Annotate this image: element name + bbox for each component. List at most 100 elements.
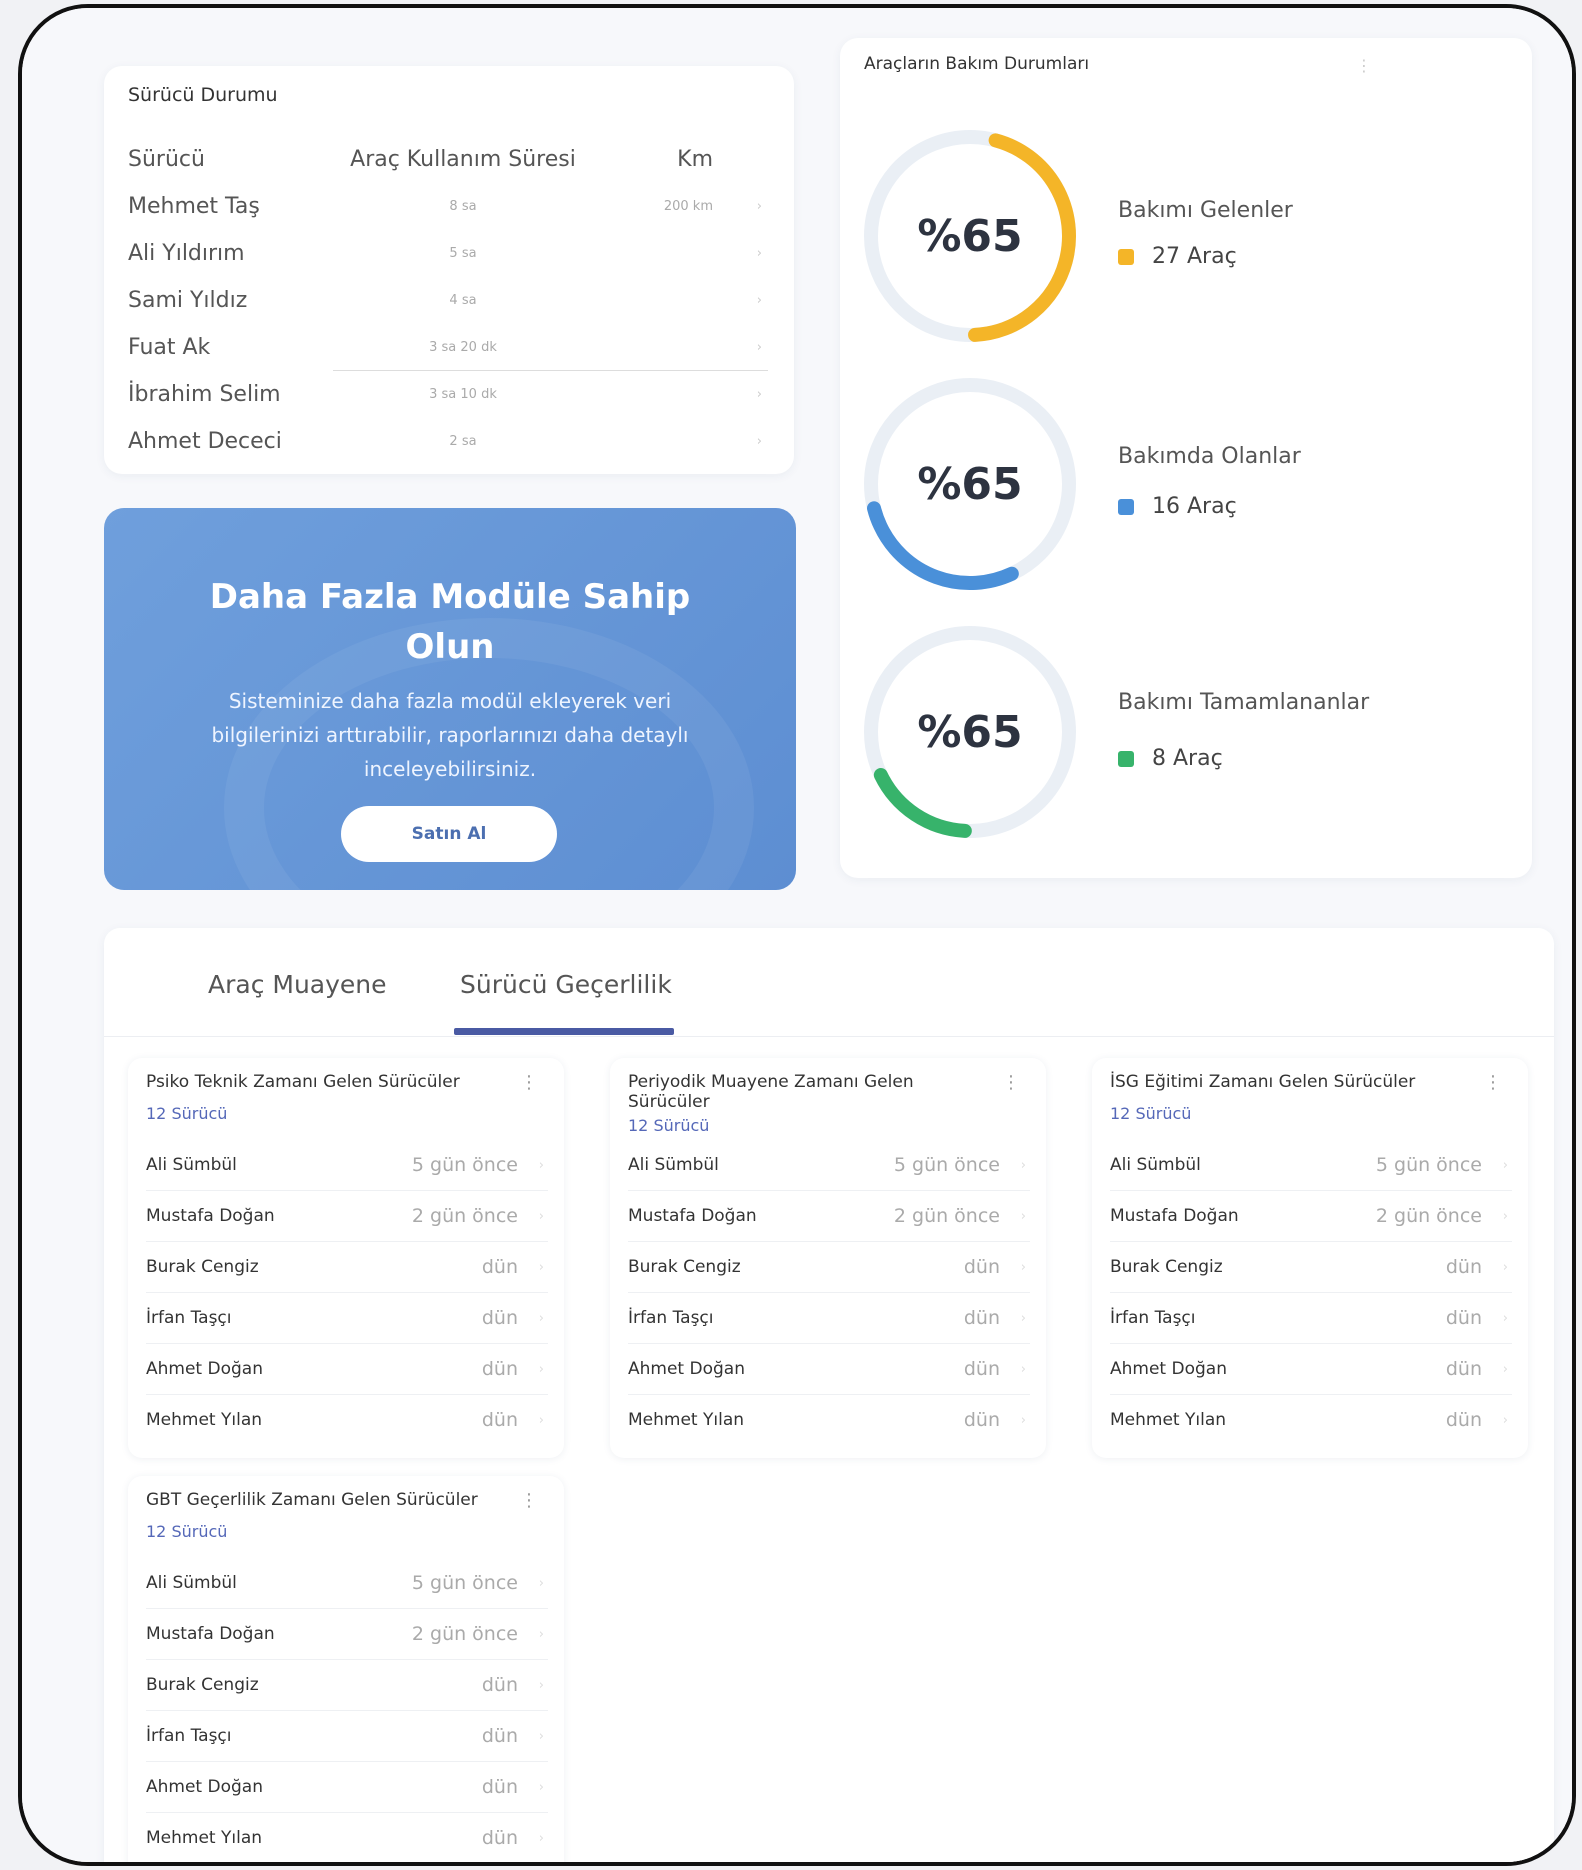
chevron-right-icon: ›	[1502, 1157, 1508, 1173]
kebab-menu-icon[interactable]: ⋮	[1484, 1072, 1502, 1093]
driver-status-title: Sürücü Durumu	[128, 84, 278, 106]
driver-row[interactable]: Ahmet Dececi 2 sa ›	[128, 418, 768, 465]
list-item[interactable]: Burak Cengiz dün ›	[628, 1242, 1030, 1293]
list-item[interactable]: Mehmet Yılan dün ›	[146, 1395, 548, 1445]
list-item[interactable]: Ali Sümbül 5 gün önce ›	[146, 1558, 548, 1609]
list-item[interactable]: Burak Cengiz dün ›	[1110, 1242, 1512, 1293]
driver-name: Mehmet Yılan	[146, 1410, 263, 1430]
driver-name: Mustafa Doğan	[628, 1206, 757, 1226]
driver-row[interactable]: Sami Yıldız 4 sa ›	[128, 277, 768, 324]
list-item[interactable]: İrfan Taşçı dün ›	[1110, 1293, 1512, 1344]
kebab-menu-icon[interactable]: ⋮	[1356, 56, 1372, 75]
list-item[interactable]: Burak Cengiz dün ›	[146, 1242, 548, 1293]
driver-name: İrfan Taşçı	[146, 1726, 232, 1746]
list-item[interactable]: Mehmet Yılan dün ›	[1110, 1395, 1512, 1445]
kebab-menu-icon[interactable]: ⋮	[520, 1072, 538, 1093]
list-item[interactable]: Mustafa Doğan 2 gün önce ›	[1110, 1191, 1512, 1242]
list-rows: Ali Sümbül 5 gün önce › Mustafa Doğan 2 gün…	[1110, 1140, 1512, 1445]
chevron-right-icon: ›	[1020, 1157, 1026, 1173]
legend-count: 16 Araç	[1118, 494, 1237, 519]
chevron-right-icon: ›	[1020, 1259, 1026, 1275]
driver-duration: 2 sa	[449, 434, 477, 449]
driver-status-card: Sürücü Durumu Sürücü Araç Kullanım Süres…	[104, 66, 794, 474]
chevron-right-icon: ›	[1020, 1310, 1026, 1326]
list-item[interactable]: Mehmet Yılan dün ›	[628, 1395, 1030, 1445]
due-time: 2 gün önce	[411, 1623, 518, 1645]
list-item[interactable]: İrfan Taşçı dün ›	[146, 1711, 548, 1762]
driver-name: Ali Sümbül	[628, 1155, 719, 1175]
donut-chart-due: %65	[860, 126, 1080, 346]
chevron-right-icon: ›	[538, 1626, 544, 1642]
list-item[interactable]: Mehmet Yılan dün ›	[146, 1813, 548, 1862]
tab-vehicle-inspection[interactable]: Araç Muayene	[208, 970, 387, 999]
legend-label: Bakımı Tamamlananlar	[1118, 690, 1370, 715]
header-duration: Araç Kullanım Süresi	[350, 147, 576, 172]
chevron-right-icon: ›	[1502, 1361, 1508, 1377]
list-item[interactable]: Burak Cengiz dün ›	[146, 1660, 548, 1711]
donut-chart-completed: %65	[860, 622, 1080, 842]
driver-status-table: Sürücü Araç Kullanım Süresi Km Mehmet Ta…	[128, 136, 768, 465]
list-rows: Ali Sümbül 5 gün önce › Mustafa Doğan 2 gün…	[146, 1140, 548, 1445]
driver-name: Ali Sümbül	[146, 1155, 237, 1175]
chevron-right-icon: ›	[756, 340, 762, 355]
legend-label: Bakımı Gelenler	[1118, 198, 1293, 223]
chevron-right-icon: ›	[538, 1412, 544, 1428]
list-count: 12 Sürücü	[146, 1522, 228, 1541]
driver-name: Mehmet Yılan	[628, 1410, 745, 1430]
legend-swatch	[1118, 750, 1134, 767]
legend-count-text: 27 Araç	[1152, 244, 1237, 269]
driver-name: Burak Cengiz	[1110, 1257, 1223, 1277]
list-item[interactable]: Ahmet Doğan dün ›	[628, 1344, 1030, 1395]
driver-row[interactable]: Ali Yıldırım 5 sa ›	[128, 230, 768, 277]
chevron-right-icon: ›	[538, 1728, 544, 1744]
kebab-menu-icon[interactable]: ⋮	[520, 1490, 538, 1511]
driver-name: Ahmet Doğan	[1110, 1359, 1227, 1379]
chevron-right-icon: ›	[1020, 1361, 1026, 1377]
driver-name: Mustafa Doğan	[1110, 1206, 1239, 1226]
due-time: dün	[963, 1307, 1000, 1329]
due-time: dün	[481, 1827, 518, 1849]
chevron-right-icon: ›	[538, 1677, 544, 1693]
list-item[interactable]: Ali Sümbül 5 gün önce ›	[146, 1140, 548, 1191]
donut-percentage: %65	[917, 210, 1023, 262]
list-item[interactable]: Ahmet Doğan dün ›	[1110, 1344, 1512, 1395]
list-title: Periyodik Muayene Zamanı Gelen Sürücüler	[628, 1072, 914, 1112]
chevron-right-icon: ›	[538, 1830, 544, 1846]
due-time: dün	[481, 1409, 518, 1431]
driver-name: Burak Cengiz	[628, 1257, 741, 1277]
list-item[interactable]: Ali Sümbül 5 gün önce ›	[628, 1140, 1030, 1191]
list-item[interactable]: Mustafa Doğan 2 gün önce ›	[146, 1191, 548, 1242]
tab-driver-validity[interactable]: Sürücü Geçerlilik	[460, 970, 672, 999]
chevron-right-icon: ›	[1020, 1208, 1026, 1224]
list-title: Psiko Teknik Zamanı Gelen Sürücüler	[146, 1072, 460, 1092]
due-time: 2 gün önce	[411, 1205, 518, 1227]
list-item[interactable]: Ali Sümbül 5 gün önce ›	[1110, 1140, 1512, 1191]
list-item[interactable]: Ahmet Doğan dün ›	[146, 1344, 548, 1395]
maintenance-card: Araçların Bakım Durumları ⋮ %65 Bakımı G…	[840, 38, 1532, 878]
driver-name: İbrahim Selim	[128, 382, 281, 407]
driver-row[interactable]: İbrahim Selim 3 sa 10 dk ›	[128, 371, 768, 418]
driver-name: İrfan Taşçı	[628, 1308, 714, 1328]
driver-name: Mustafa Doğan	[146, 1624, 275, 1644]
promo-title: Daha Fazla Modüle Sahip Olun	[209, 577, 691, 667]
due-time: dün	[1445, 1409, 1482, 1431]
driver-row[interactable]: Mehmet Taş 8 sa 200 km ›	[128, 183, 768, 230]
list-item[interactable]: Ahmet Doğan dün ›	[146, 1762, 548, 1813]
chevron-right-icon: ›	[538, 1779, 544, 1795]
driver-duration: 5 sa	[449, 246, 477, 261]
chevron-right-icon: ›	[538, 1157, 544, 1173]
legend-count: 8 Araç	[1118, 746, 1223, 771]
tabs-divider	[104, 1036, 1554, 1037]
due-time: 5 gün önce	[411, 1572, 518, 1594]
due-time: 5 gün önce	[1375, 1154, 1482, 1176]
list-item[interactable]: Mustafa Doğan 2 gün önce ›	[146, 1609, 548, 1660]
list-item[interactable]: Mustafa Doğan 2 gün önce ›	[628, 1191, 1030, 1242]
list-item[interactable]: İrfan Taşçı dün ›	[146, 1293, 548, 1344]
due-time: 2 gün önce	[893, 1205, 1000, 1227]
kebab-menu-icon[interactable]: ⋮	[1002, 1072, 1020, 1093]
driver-name: Sami Yıldız	[128, 288, 248, 313]
chevron-right-icon: ›	[538, 1361, 544, 1377]
buy-button[interactable]: Satın Al	[341, 806, 557, 862]
list-item[interactable]: İrfan Taşçı dün ›	[628, 1293, 1030, 1344]
driver-row[interactable]: Fuat Ak 3 sa 20 dk ›	[128, 324, 768, 371]
